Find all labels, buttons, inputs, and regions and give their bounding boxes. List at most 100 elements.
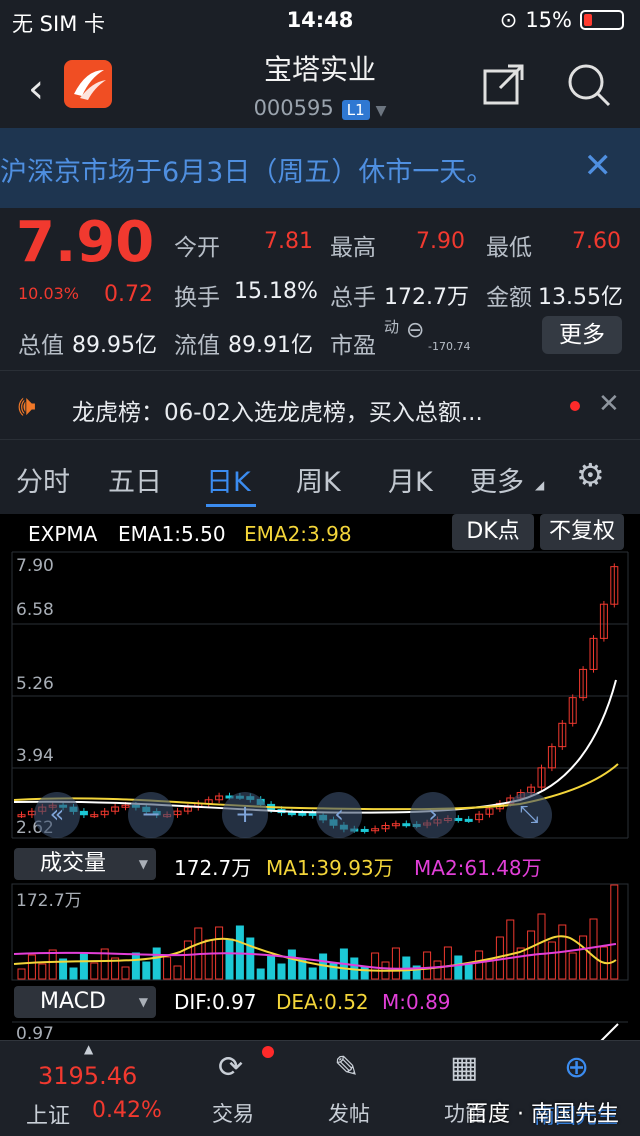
close-icon[interactable]: ✕ [584, 146, 613, 186]
candle-body [464, 818, 473, 822]
more-button[interactable]: 更多 [542, 316, 622, 354]
index-name: 上证 [26, 1104, 71, 1129]
high-value: 7.90 [416, 229, 465, 254]
volume-bar [579, 935, 588, 980]
volume-bar [69, 967, 78, 980]
close-icon[interactable]: ✕ [598, 389, 620, 419]
volume-bar [38, 963, 47, 980]
chevron-up-icon: ▲ [84, 1042, 94, 1056]
search-icon[interactable] [566, 62, 612, 112]
tab-more[interactable]: 更多 [470, 460, 524, 499]
tab-weekly-k[interactable]: 周K [296, 460, 341, 499]
volume-bar [454, 955, 463, 980]
adjust-button[interactable]: 不复权 [540, 514, 624, 550]
volume-bar [589, 918, 598, 980]
volume-bar [547, 941, 556, 980]
market-notice-banner[interactable]: 沪深京市场于6月3日（周五）休市一天。 ✕ [0, 128, 640, 208]
zoom-in-icon[interactable]: + [222, 792, 268, 838]
volume-bar [568, 952, 577, 980]
last-price: 7.90 [16, 210, 155, 275]
macd-dea: DEA:0.52 [276, 990, 369, 1014]
volume-bar [464, 964, 473, 980]
volume-bar [17, 968, 26, 980]
nav-post[interactable]: 发帖 [328, 1098, 370, 1128]
scroll-left-icon[interactable]: « [34, 792, 80, 838]
chevron-down-icon: ▼ [375, 103, 387, 119]
info-icon[interactable]: ⊖ [406, 318, 424, 343]
stock-code: 000595 [253, 96, 334, 120]
tab-five-day[interactable]: 五日 [108, 460, 162, 499]
turnover-value: 15.18% [234, 279, 318, 304]
unread-dot [570, 401, 580, 411]
battery-icon [580, 10, 624, 30]
volume-bar [152, 947, 161, 980]
rotation-lock-icon: ⊙ [499, 8, 518, 32]
tab-intraday[interactable]: 分时 [16, 460, 70, 499]
dk-point-button[interactable]: DK点 [452, 514, 534, 550]
volume-bar [433, 960, 442, 980]
level-badge: L1 [341, 100, 370, 120]
step-right-icon[interactable]: › [410, 792, 456, 838]
trade-icon[interactable]: ⟳ [218, 1050, 243, 1085]
volume-bar [225, 938, 234, 980]
news-ticker[interactable]: 🕪 龙虎榜：06-02入选龙虎榜，买入总额... ✕ [0, 370, 640, 440]
volume-plot [11, 883, 629, 981]
candle-body [79, 810, 88, 816]
grid-icon[interactable]: ▦ [450, 1050, 478, 1085]
gear-icon[interactable]: ⚙ [576, 456, 605, 494]
post-icon[interactable]: ✎ [334, 1050, 359, 1085]
volume-bar [256, 968, 265, 980]
kline-chart-panel[interactable]: EXPMA EMA1:5.50 EMA2:3.98 DK点 不复权 7.90 6… [0, 514, 640, 1044]
volume-bar [475, 950, 484, 980]
open-label: 今开 [174, 235, 220, 261]
indicator-name: EXPMA [28, 522, 98, 546]
volume-label: 总手 [330, 285, 376, 311]
low-label: 最低 [486, 235, 532, 261]
volume-bar [506, 919, 515, 980]
tab-monthly-k[interactable]: 月K [388, 460, 433, 499]
volume-value: 172.7万 [384, 285, 469, 310]
share-icon[interactable] [482, 62, 526, 110]
ema2-value: EMA2:3.98 [244, 522, 352, 546]
float-label: 流值 [174, 333, 220, 359]
notification-dot [262, 1046, 274, 1058]
mktcap-value: 89.95亿 [72, 333, 157, 358]
macd-m: M:0.89 [382, 990, 451, 1014]
nav-trade[interactable]: 交易 [212, 1098, 254, 1128]
volume-ma2: MA2:61.48万 [414, 856, 542, 880]
volume-bar [90, 962, 99, 980]
volume-bar [27, 954, 36, 980]
active-tab-indicator [206, 504, 256, 507]
ema1-value: EMA1:5.50 [118, 522, 226, 546]
volume-bar [360, 966, 369, 980]
volume-bar [287, 949, 296, 980]
volume-bar [308, 967, 317, 980]
zoom-out-icon[interactable]: − [128, 792, 174, 838]
open-value: 7.81 [264, 229, 313, 254]
volume-bar [391, 947, 400, 980]
volume-bar [204, 939, 213, 980]
add-icon[interactable]: ⊕ [564, 1050, 589, 1085]
index-value[interactable]: 3195.46 [38, 1062, 137, 1090]
chevron-down-icon: ▼ [138, 857, 148, 871]
float-value: 89.91亿 [228, 333, 313, 358]
step-left-icon[interactable]: ‹ [316, 792, 362, 838]
volume-selector[interactable]: 成交量 ▼ [14, 848, 156, 880]
turnover-label: 换手 [174, 285, 220, 311]
macd-selector[interactable]: MACD ▼ [14, 986, 156, 1018]
index-percent: 0.42% [92, 1098, 162, 1123]
candle-body [298, 812, 307, 816]
status-bar: 无 SIM 卡 14:48 ⊙ 15% [0, 0, 640, 40]
chevron-down-icon: ◢ [535, 478, 545, 492]
fullscreen-icon[interactable]: ⤡ [506, 792, 552, 838]
volume-bar [267, 954, 276, 980]
volume-bar [443, 946, 452, 980]
volume-bar [163, 956, 172, 980]
volume-current: 172.7万 [174, 856, 252, 880]
macd-dif: DIF:0.97 [174, 990, 257, 1014]
tab-daily-k[interactable]: 日K [206, 460, 251, 499]
amount-label: 金额 [486, 285, 532, 311]
volume-bar [371, 952, 380, 980]
stock-code-row[interactable]: 000595 L1 ▼ [0, 96, 640, 120]
volume-bar [173, 965, 182, 980]
